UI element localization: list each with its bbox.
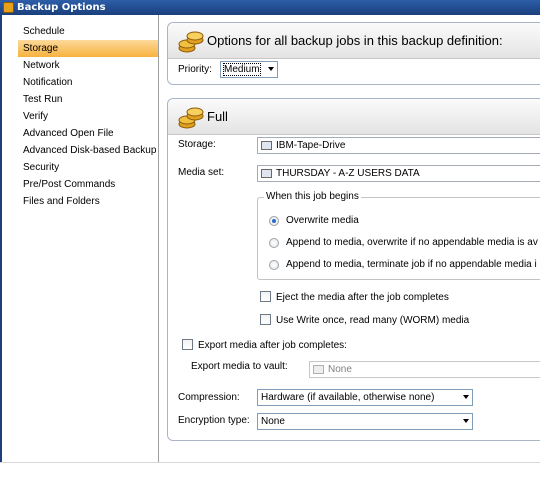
full-panel: Full Storage: IBM-Tape-Drive Media set: …: [167, 98, 540, 441]
sidebar-item-advanced-disk-based-backup[interactable]: Advanced Disk-based Backup: [18, 142, 158, 159]
options-panel-title: Options for all backup jobs in this back…: [207, 33, 503, 48]
storage-field[interactable]: IBM-Tape-Drive: [257, 137, 540, 154]
options-panel-header: Options for all backup jobs in this back…: [168, 23, 540, 59]
media-set-icon: [261, 169, 272, 178]
window-frame-border: [0, 15, 2, 477]
sidebar-item-verify[interactable]: Verify: [18, 108, 158, 125]
compression-label: Compression:: [178, 392, 240, 403]
encryption-label: Encryption type:: [178, 415, 250, 426]
priority-dropdown[interactable]: Medium: [220, 61, 278, 78]
priority-label: Priority:: [178, 64, 212, 75]
sidebar-item-files-and-folders[interactable]: Files and Folders: [18, 193, 158, 210]
coins-icon: [178, 31, 204, 53]
media-set-label: Media set:: [178, 167, 225, 178]
chevron-down-icon: [463, 419, 469, 423]
export-vault-field[interactable]: None: [309, 361, 540, 378]
media-set-value: THURSDAY - A-Z USERS DATA: [276, 168, 420, 179]
overwrite-media-radio[interactable]: [269, 216, 279, 226]
full-panel-title: Full: [207, 109, 228, 124]
append-overwrite-radio[interactable]: [269, 238, 279, 248]
storage-value: IBM-Tape-Drive: [276, 140, 346, 151]
export-vault-value: None: [328, 364, 352, 375]
encryption-value: None: [261, 416, 285, 427]
sidebar-item-security[interactable]: Security: [18, 159, 158, 176]
window-title: Backup Options: [17, 2, 106, 13]
media-set-field[interactable]: THURSDAY - A-Z USERS DATA: [257, 165, 540, 182]
backup-app-icon: [3, 2, 14, 13]
append-terminate-radio[interactable]: [269, 260, 279, 270]
append-overwrite-label: Append to media, overwrite if no appenda…: [286, 237, 538, 248]
sidebar-item-storage[interactable]: Storage: [18, 40, 158, 57]
sidebar-item-schedule[interactable]: Schedule: [18, 23, 158, 40]
encryption-dropdown[interactable]: None: [257, 413, 473, 430]
chevron-down-icon: [268, 67, 274, 71]
sidebar-item-advanced-open-file[interactable]: Advanced Open File: [18, 125, 158, 142]
eject-media-checkbox[interactable]: [260, 291, 271, 302]
storage-label: Storage:: [178, 139, 216, 150]
overwrite-media-label: Overwrite media: [286, 215, 359, 226]
options-panel: Options for all backup jobs in this back…: [167, 22, 540, 85]
export-vault-label: Export media to vault:: [191, 361, 288, 372]
coins-icon: [178, 107, 204, 129]
job-begins-legend: When this job begins: [264, 191, 361, 202]
vault-icon: [313, 365, 324, 374]
sidebar-item-network[interactable]: Network: [18, 57, 158, 74]
window-title-bar: Backup Options: [0, 0, 540, 15]
export-media-label: Export media after job completes:: [198, 340, 347, 351]
sidebar-item-notification[interactable]: Notification: [18, 74, 158, 91]
compression-value: Hardware (if available, otherwise none): [261, 392, 435, 403]
eject-media-label: Eject the media after the job completes: [276, 292, 449, 303]
export-media-checkbox[interactable]: [182, 339, 193, 350]
worm-media-checkbox[interactable]: [260, 314, 271, 325]
sidebar-item-test-run[interactable]: Test Run: [18, 91, 158, 108]
bottom-edge: [0, 462, 540, 477]
append-terminate-label: Append to media, terminate job if no app…: [286, 259, 537, 270]
chevron-down-icon: [463, 395, 469, 399]
options-sidebar: Schedule Storage Network Notification Te…: [18, 23, 158, 210]
compression-dropdown[interactable]: Hardware (if available, otherwise none): [257, 389, 473, 406]
tape-drive-icon: [261, 141, 272, 150]
priority-value: Medium: [223, 63, 261, 76]
full-panel-header: Full: [168, 99, 540, 135]
sidebar-item-pre-post-commands[interactable]: Pre/Post Commands: [18, 176, 158, 193]
job-begins-group: When this job begins Overwrite media App…: [257, 191, 540, 280]
worm-media-label: Use Write once, read many (WORM) media: [276, 315, 470, 326]
sidebar-divider: [158, 15, 159, 462]
